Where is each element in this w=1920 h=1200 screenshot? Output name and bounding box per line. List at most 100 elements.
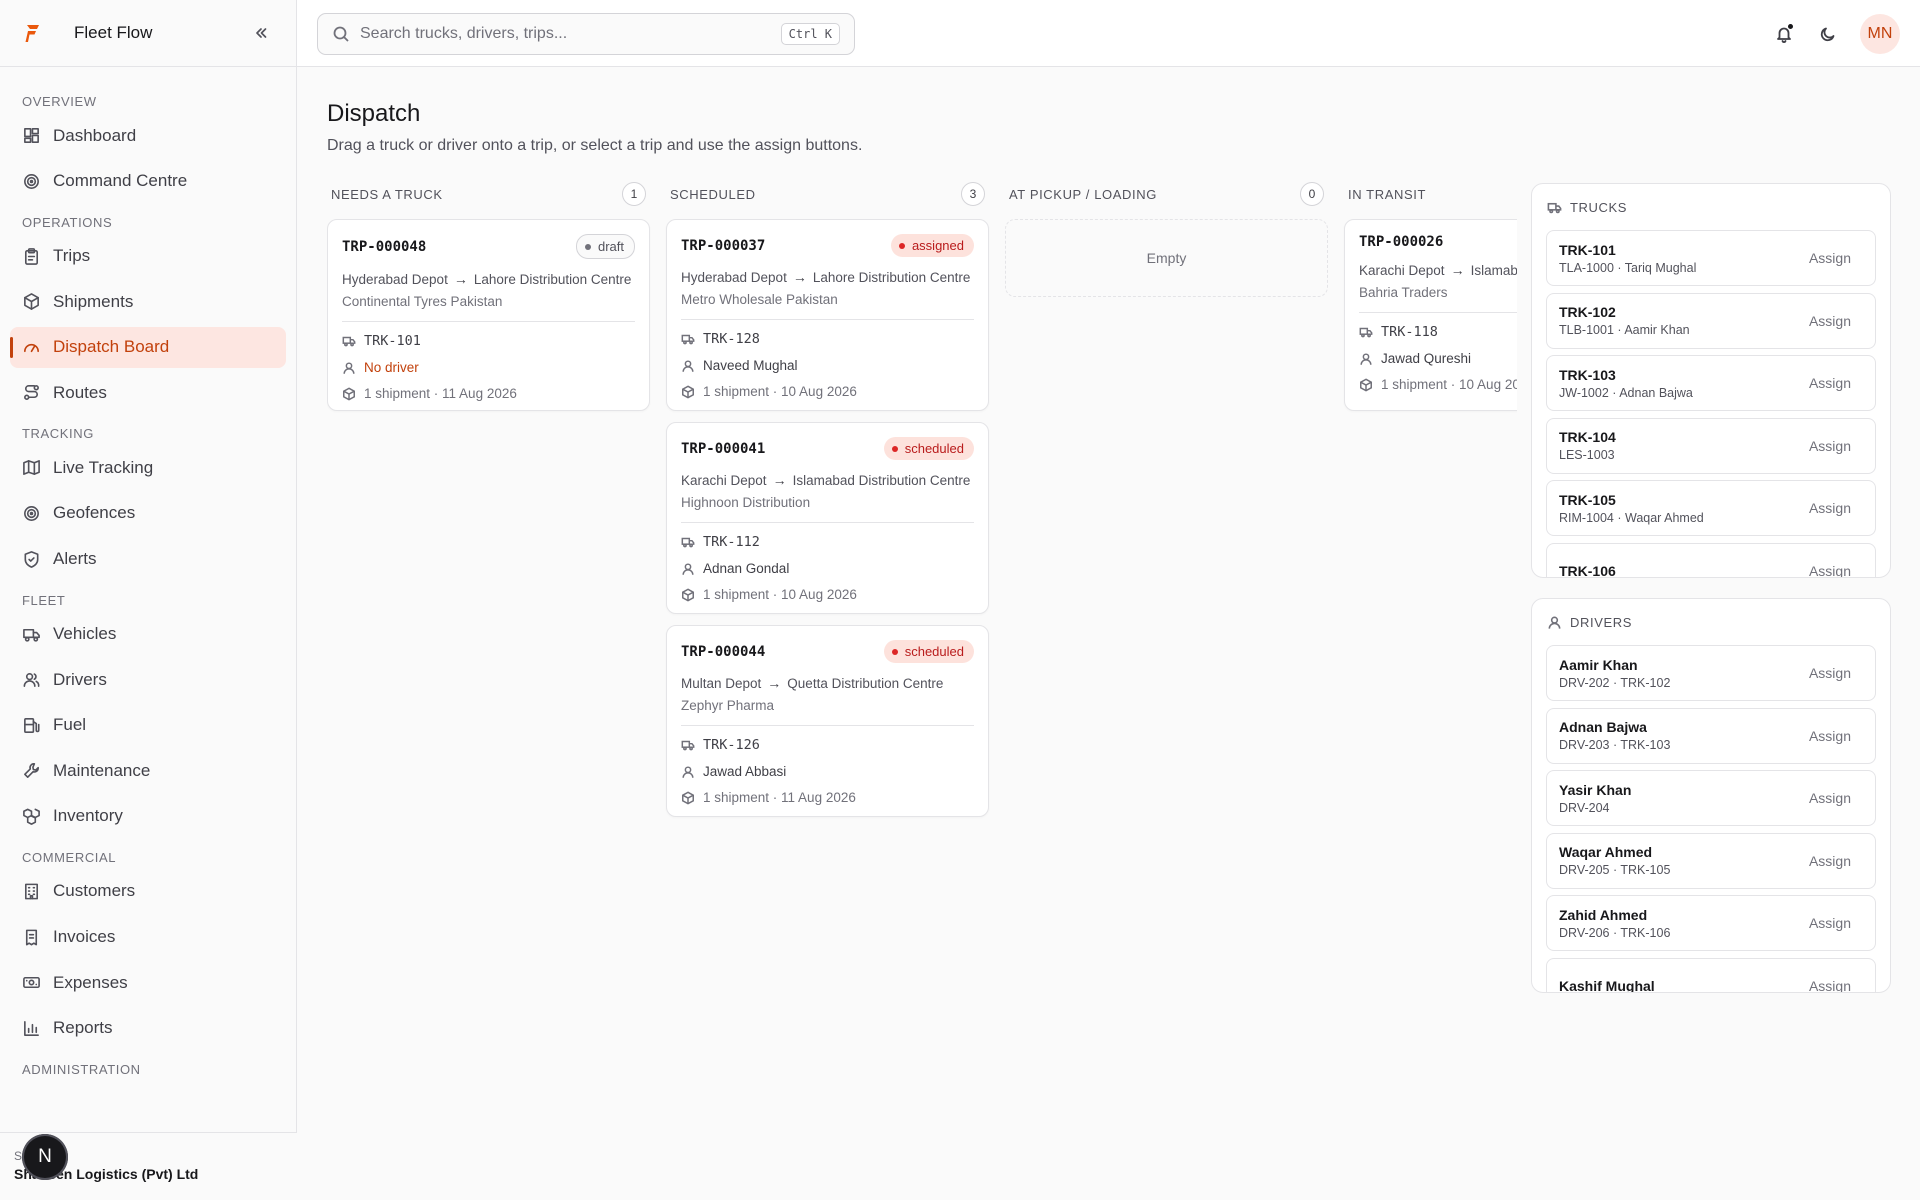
truck-row-subtitle: TLB-1001 · Aamir Khan (1559, 323, 1690, 337)
dashboard-icon (24, 128, 39, 143)
assign-button[interactable]: Assign (1797, 307, 1863, 335)
assign-button[interactable]: Assign (1797, 244, 1863, 272)
trip-route: Karachi Depot → Islamabad Distribution Cen… (681, 472, 974, 488)
nav-section-operations: OPERATIONS (22, 214, 113, 230)
driver-row-title: Yasir Khan (1559, 781, 1632, 798)
moon-icon (1820, 27, 1835, 42)
column-at-pickup-loading: AT PICKUP / LOADING 0 Empty (1005, 180, 1328, 297)
truck-row-info: TRK-101 TLA-1000 · Tariq Mughal (1559, 242, 1696, 275)
sidebar-item-trips[interactable]: Trips (10, 236, 286, 277)
sidebar-item-shipments[interactable]: Shipments (10, 281, 286, 322)
collapse-sidebar-icon[interactable] (248, 20, 274, 46)
assign-button[interactable]: Assign (1797, 909, 1863, 937)
trip-truck: TRK-112 (681, 534, 974, 550)
sidebar-item-dashboard[interactable]: Dashboard (10, 115, 286, 156)
nav-section-fleet: FLEET (22, 592, 66, 608)
trip-route: Hyderabad Depot → Lahore Distribution Cent… (681, 269, 974, 285)
sidebar-item-fuel[interactable]: Fuel (10, 705, 286, 746)
assign-button[interactable]: Assign (1797, 847, 1863, 875)
theme-toggle-button[interactable] (1816, 22, 1840, 46)
truck-row[interactable]: TRK-102 TLB-1001 · Aamir Khan Assign (1546, 292, 1876, 349)
sidebar-item-geofences[interactable]: Geofences (10, 493, 286, 534)
sidebar-item-inventory[interactable]: Inventory (10, 796, 286, 837)
sidebar-item-label: Shipments (53, 291, 134, 311)
sidebar-item-invoices[interactable]: Invoices (10, 917, 286, 958)
user-avatar[interactable]: MN (1860, 14, 1900, 54)
drivers-panel: DRIVERS Aamir Khan DRV-202 · TRK-102 Assig… (1531, 598, 1891, 993)
notifications-button[interactable] (1772, 22, 1796, 46)
truck-row-title: TRK-103 (1559, 366, 1616, 383)
sidebar-item-label: Command Centre (53, 171, 188, 191)
driver-row[interactable]: Aamir Khan DRV-202 · TRK-102 Assign (1546, 645, 1876, 701)
column-header: AT PICKUP / LOADING 0 (1005, 180, 1328, 208)
sidebar-item-vehicles[interactable]: Vehicles (10, 614, 286, 655)
assign-button[interactable]: Assign (1797, 557, 1863, 578)
trip-card[interactable]: TRP-000048 draft Hyderabad Depot → Lahore Di… (327, 219, 650, 411)
trip-truck: TRK-128 (681, 331, 974, 347)
driver-row[interactable]: Adnan Bajwa DRV-203 · TRK-103 Assign (1546, 707, 1876, 764)
empty-dropzone[interactable]: Empty (1005, 219, 1328, 297)
search-box[interactable]: Ctrl K (317, 13, 855, 55)
driver-row-info: Adnan Bajwa DRV-203 · TRK-103 (1559, 719, 1670, 752)
route-origin: Karachi Depot (1359, 262, 1445, 278)
trip-id: TRP-000044 (681, 643, 766, 660)
assign-button[interactable]: Assign (1797, 494, 1863, 522)
nav-section-tracking: TRACKING (22, 426, 94, 442)
sidebar-item-label: Inventory (53, 806, 123, 826)
sidebar-item-dispatch-board[interactable]: Dispatch Board (10, 326, 286, 368)
sidebar-item-maintenance[interactable]: Maintenance (10, 750, 286, 791)
driver-row[interactable]: Kashif Mughal Assign (1546, 957, 1876, 993)
column-count-badge: 0 (1300, 182, 1324, 206)
trip-card[interactable]: TRP-000041 scheduled Karachi Depot → Islamab… (666, 422, 989, 614)
receipt-icon (25, 929, 38, 945)
truck-row-subtitle: RIM-1004 · Waqar Ahmed (1559, 510, 1704, 525)
route-destination: Quetta Distribution Centre (787, 675, 944, 691)
sidebar-item-alerts[interactable]: Alerts (10, 539, 286, 580)
truck-row[interactable]: TRK-104 LES-1003 Assign (1546, 417, 1876, 474)
truck-row-subtitle: JW-1002 · Adnan Bajwa (1559, 385, 1693, 400)
assign-button[interactable]: Assign (1797, 972, 1863, 993)
column-header: SCHEDULED 3 (666, 180, 989, 208)
sidebar-item-command-centre[interactable]: Command Centre (10, 161, 286, 202)
sidebar-item-reports[interactable]: Reports (10, 1008, 286, 1049)
trip-card[interactable]: TRP-000044 scheduled Multan Depot → Quetta D… (666, 625, 989, 817)
sidebar-item-customers[interactable]: Customers (10, 871, 286, 912)
trip-card[interactable]: TRP-000026 Karachi Depot → Islamabad Bahria … (1344, 219, 1517, 411)
driver-row-title: Waqar Ahmed (1559, 844, 1653, 860)
assign-button[interactable]: Assign (1797, 722, 1863, 750)
trucks-panel: TRUCKS TRK-101 TLA-1000 · Tariq Mughal Ass… (1531, 183, 1891, 578)
sidebar-item-label: Routes (53, 382, 107, 402)
driver-row[interactable]: Yasir Khan DRV-204 Assign (1546, 770, 1876, 826)
truck-row[interactable]: TRK-103 JW-1002 · Adnan Bajwa Assign (1546, 355, 1876, 411)
nav-section-commercial: COMMERCIAL (22, 849, 117, 865)
sidebar-item-routes[interactable]: Routes (10, 372, 286, 413)
sidebar-item-drivers[interactable]: Drivers (10, 659, 286, 700)
sidebar-item-label: Dashboard (53, 125, 137, 145)
truck-row-title: TRK-105 (1559, 491, 1616, 508)
sidebar-item-label: Maintenance (53, 760, 151, 780)
truck-row[interactable]: TRK-105 RIM-1004 · Waqar Ahmed Assign (1546, 480, 1876, 536)
trip-id: TRP-000048 (342, 238, 427, 255)
assign-button[interactable]: Assign (1797, 659, 1863, 687)
assign-button[interactable]: Assign (1797, 369, 1863, 397)
package-icon (343, 386, 355, 401)
assign-button[interactable]: Assign (1797, 784, 1863, 812)
assign-button[interactable]: Assign (1797, 432, 1863, 460)
sidebar-item-live-tracking[interactable]: Live Tracking (10, 447, 286, 488)
truck-icon (681, 537, 695, 548)
trip-card[interactable]: TRP-000037 assigned Hyderabad Depot → Lahore… (666, 219, 989, 411)
trip-summary-text: 1 shipment · 10 Aug 2026 (1381, 377, 1517, 392)
dispatch-board: NEEDS A TRUCK 1 TRP-000048 draft Hyderabad D… (327, 180, 1517, 1080)
truck-row-info: TRK-106 (1559, 563, 1616, 578)
truck-row[interactable]: TRK-106 Assign (1546, 542, 1876, 578)
trip-truck-id: TRK-126 (703, 737, 760, 753)
driver-row[interactable]: Waqar Ahmed DRV-205 · TRK-105 Assign (1546, 832, 1876, 889)
package-icon (682, 587, 694, 602)
route-icon (24, 385, 39, 401)
driver-row[interactable]: Zahid Ahmed DRV-206 · TRK-106 Assign (1546, 895, 1876, 951)
trip-customer: Zephyr Pharma (681, 698, 974, 726)
search-input[interactable] (360, 25, 781, 43)
sidebar-item-expenses[interactable]: Expenses (10, 962, 286, 1003)
truck-row[interactable]: TRK-101 TLA-1000 · Tariq Mughal Assign (1546, 230, 1876, 286)
floating-n-badge[interactable]: N (22, 1134, 68, 1180)
